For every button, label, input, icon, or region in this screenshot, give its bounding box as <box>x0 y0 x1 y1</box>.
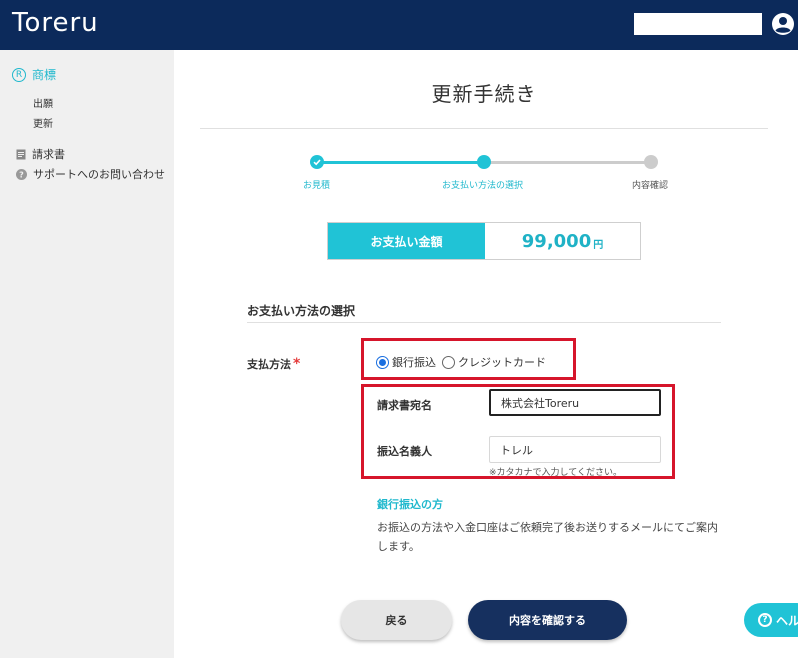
radio-bank-transfer-label: 銀行振込 <box>392 356 436 369</box>
step-dot-payment <box>477 155 491 169</box>
user-account-icon[interactable] <box>771 12 795 36</box>
back-button[interactable]: 戻る <box>341 600 452 640</box>
amount-label: お支払い金額 <box>328 223 485 259</box>
question-icon: ? <box>758 613 772 627</box>
sidebar-item-trademark[interactable]: R 商標 <box>12 66 56 83</box>
radio-credit-card-label: クレジットカード <box>458 356 546 369</box>
title-divider <box>200 128 768 129</box>
sidebar-item-label: 商標 <box>32 68 57 82</box>
help-button[interactable]: ? ヘル <box>744 603 798 637</box>
bank-transfer-note-text: お振込の方法や入金口座はご依頼完了後お送りするメールにてご案内します。 <box>377 521 718 553</box>
registered-icon: R <box>12 67 26 82</box>
sidebar <box>0 50 174 658</box>
toreru-logo[interactable]: Toreru <box>12 8 99 38</box>
step-label-quote: お見積 <box>303 181 331 191</box>
page-title: 更新手続き <box>431 82 537 106</box>
required-mark: * <box>293 356 301 372</box>
payment-method-radio-group: 銀行振込 クレジットカード <box>376 354 552 370</box>
step-remaining-line <box>484 161 651 164</box>
help-button-label: ヘル <box>776 613 798 628</box>
katakana-hint: ※カタカナで入力してください。 <box>489 468 623 478</box>
section-divider <box>247 322 721 323</box>
step-progress-line <box>317 161 484 164</box>
transfer-name-input[interactable] <box>489 436 661 463</box>
radio-bank-transfer-control[interactable] <box>376 355 389 369</box>
top-header: Toreru <box>0 0 798 50</box>
bank-transfer-note-title: 銀行振込の方 <box>377 498 443 511</box>
payment-method-label: 支払方法 * <box>247 356 300 372</box>
payment-method-label-text: 支払方法 <box>247 358 291 371</box>
sidebar-item-invoice[interactable]: 請求書 <box>16 146 65 162</box>
svg-text:?: ? <box>19 170 24 179</box>
confirm-button[interactable]: 内容を確認する <box>468 600 627 640</box>
invoice-name-input[interactable] <box>489 389 661 416</box>
help-circle-icon: ? <box>16 168 27 180</box>
amount-unit: 円 <box>593 239 604 251</box>
check-icon <box>313 159 321 166</box>
amount-value-wrap: 99,000 円 <box>485 223 640 259</box>
radio-bank-transfer[interactable]: 銀行振込 <box>376 354 436 370</box>
step-label-payment: お支払い方法の選択 <box>442 181 524 191</box>
invoice-name-label: 請求書宛名 <box>377 399 432 412</box>
sidebar-item-label: サポートへのお問い合わせ <box>33 168 165 181</box>
invoice-icon <box>16 149 26 159</box>
sidebar-subitem-renewal[interactable]: 更新 <box>33 115 53 130</box>
step-dot-confirm <box>644 155 658 169</box>
transfer-name-label: 振込名義人 <box>377 445 432 458</box>
radio-credit-card-control[interactable] <box>442 355 455 369</box>
section-title: お支払い方法の選択 <box>247 304 356 318</box>
step-label-confirm: 内容確認 <box>632 181 669 191</box>
step-dot-quote <box>310 155 324 169</box>
amount-value: 99,000 <box>521 230 592 252</box>
radio-credit-card[interactable]: クレジットカード <box>442 354 546 370</box>
sidebar-subitem-application[interactable]: 出願 <box>33 95 53 110</box>
sidebar-item-label: 請求書 <box>32 148 65 161</box>
header-search-input[interactable] <box>634 13 762 35</box>
sidebar-item-support[interactable]: ? サポートへのお問い合わせ <box>16 166 165 182</box>
payment-amount-box: お支払い金額 99,000 円 <box>327 222 641 260</box>
